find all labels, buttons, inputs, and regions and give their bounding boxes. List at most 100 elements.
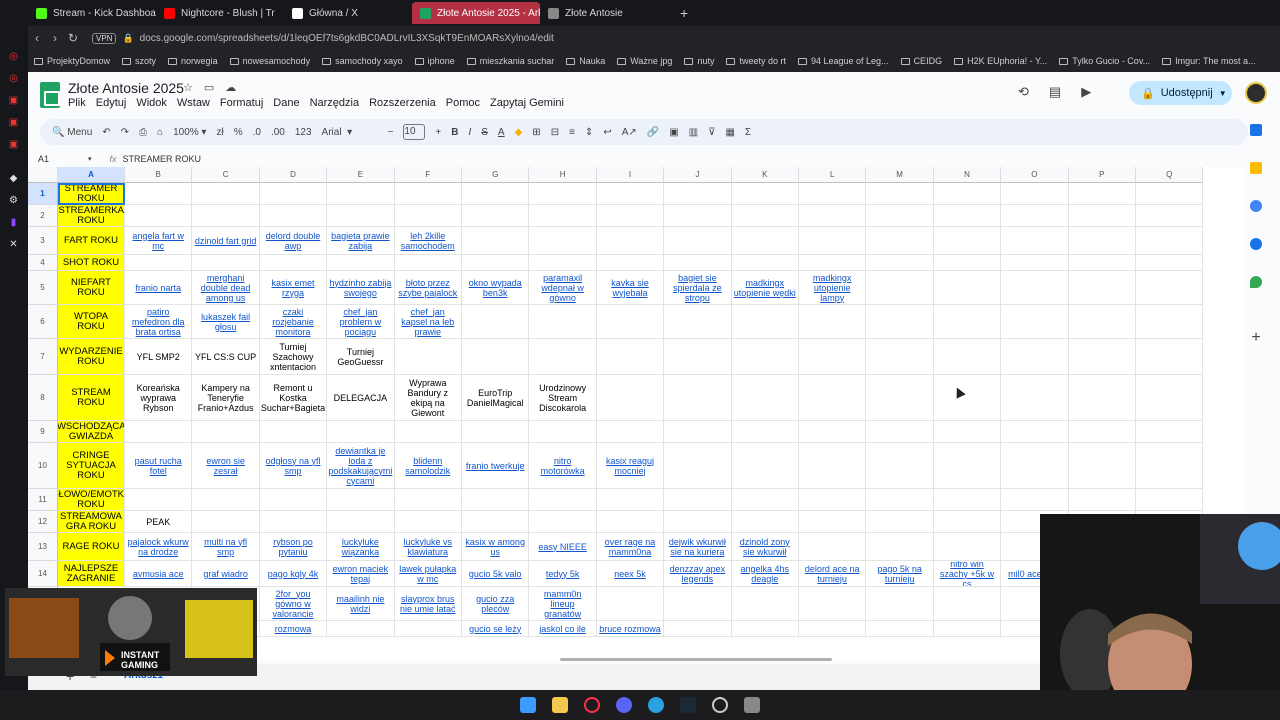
bookmark-item[interactable]: ProjektyDomow [34, 56, 110, 66]
cloud-status-icon[interactable]: ☁ [225, 81, 236, 94]
menu-item[interactable]: Pomoc [446, 97, 480, 109]
grid-cell[interactable] [1001, 305, 1069, 339]
grid-cell[interactable] [799, 443, 867, 489]
grid-cell[interactable] [731, 255, 799, 271]
grid-cell[interactable] [1001, 183, 1069, 205]
sidebar-app-icon[interactable]: ◎ [7, 50, 20, 63]
grid-cell[interactable]: Urodzinowy Stream Discokarola [529, 375, 597, 421]
grid-cell[interactable] [462, 339, 530, 375]
row-header[interactable]: 14 [28, 561, 58, 587]
sidebar-app-icon[interactable]: ⚙ [7, 194, 20, 207]
grid-cell[interactable] [664, 375, 732, 421]
grid-cell[interactable] [866, 183, 934, 205]
category-cell[interactable]: WSCHODZĄCA GWIAZDA [58, 421, 125, 443]
category-cell[interactable]: CRINGE SYTUACJA ROKU [58, 443, 125, 489]
decrease-decimal-button[interactable]: .0 [253, 127, 261, 138]
grid-cell[interactable]: pasut rucha fotel [125, 443, 193, 489]
number-format-button[interactable]: 123 [295, 127, 312, 138]
grid-cell[interactable] [866, 375, 934, 421]
grid-cell[interactable]: EuroTrip DanielMagical [462, 375, 530, 421]
grid-cell[interactable] [1068, 255, 1136, 271]
document-title[interactable]: Złote Antosie 2025 [68, 80, 184, 96]
grid-cell[interactable]: bruce rozmowa [596, 621, 665, 637]
undo-icon[interactable]: ↶ [102, 127, 110, 138]
grid-cell[interactable] [933, 533, 1002, 561]
grid-cell[interactable] [327, 421, 395, 443]
grid-cell[interactable] [664, 227, 732, 255]
grid-cell[interactable] [596, 375, 665, 421]
font-size-decrease-icon[interactable]: − [388, 127, 394, 138]
grid-cell[interactable]: ewron sie zesrał [192, 443, 260, 489]
browser-tab[interactable]: Nightcore - Blush | Tr [156, 2, 284, 24]
sidebar-app-icon[interactable]: ▣ [7, 94, 20, 107]
sidebar-app-icon[interactable]: ▣ [7, 138, 20, 151]
grid-cell[interactable] [596, 227, 665, 255]
settings-icon[interactable] [744, 697, 760, 713]
grid-cell[interactable] [866, 227, 934, 255]
grid-cell[interactable] [192, 489, 260, 511]
menu-item[interactable]: Narzędzia [310, 97, 360, 109]
grid-cell[interactable] [933, 511, 1002, 533]
grid-cell[interactable] [1001, 271, 1069, 305]
grid-cell[interactable]: chef_jan problem w pociągu [327, 305, 395, 339]
column-header[interactable]: L [799, 167, 867, 183]
grid-cell[interactable] [731, 205, 799, 227]
category-cell[interactable]: STREAMOWA GRA ROKU [58, 511, 125, 533]
grid-cell[interactable] [1068, 421, 1136, 443]
menu-item[interactable]: Formatuj [220, 97, 263, 109]
sidebar-app-icon[interactable]: ▣ [7, 116, 20, 129]
row-header[interactable]: 7 [28, 339, 58, 375]
row-header[interactable]: 8 [28, 375, 58, 421]
column-header[interactable]: B [125, 167, 193, 183]
grid-cell[interactable] [1136, 443, 1204, 489]
bookmark-item[interactable]: 94 League of Leg... [797, 56, 889, 66]
grid-cell[interactable]: mamm0n lineup granatów [529, 587, 597, 621]
grid-cell[interactable] [462, 183, 530, 205]
grid-cell[interactable] [933, 375, 1002, 421]
grid-cell[interactable] [125, 255, 193, 271]
borders-icon[interactable]: ⊞ [532, 127, 540, 138]
grid-cell[interactable] [596, 205, 665, 227]
grid-cell[interactable]: PEAK [125, 511, 193, 533]
grid-cell[interactable]: kasix emet rzyga [259, 271, 328, 305]
category-cell[interactable]: STREAM ROKU [58, 375, 125, 421]
grid-cell[interactable]: gucio zza pleców [462, 587, 530, 621]
grid-cell[interactable] [394, 205, 462, 227]
column-header[interactable]: Q [1136, 167, 1204, 183]
link-icon[interactable]: 🔗 [647, 127, 659, 138]
merge-cells-icon[interactable]: ⊟ [551, 127, 559, 138]
grid-cell[interactable] [866, 489, 934, 511]
grid-cell[interactable] [529, 339, 597, 375]
category-cell[interactable]: WTOPA ROKU [58, 305, 125, 339]
vpn-badge[interactable]: VPN [92, 32, 117, 44]
grid-cell[interactable] [529, 305, 597, 339]
bookmark-item[interactable]: norwegia [168, 56, 218, 66]
calendar-icon[interactable] [1250, 124, 1262, 136]
grid-cell[interactable] [1068, 339, 1136, 375]
horizontal-scrollbar[interactable] [560, 658, 832, 661]
text-color-icon[interactable]: A [498, 127, 505, 138]
grid-cell[interactable] [866, 421, 934, 443]
file-explorer-icon[interactable] [552, 697, 568, 713]
grid-cell[interactable] [1068, 489, 1136, 511]
grid-cell[interactable] [1068, 443, 1136, 489]
grid-cell[interactable]: jaskol co ile [529, 621, 597, 637]
row-header[interactable]: 11 [28, 489, 58, 511]
row-header[interactable]: 5 [28, 271, 58, 305]
grid-cell[interactable] [664, 305, 732, 339]
grid-cell[interactable] [596, 305, 665, 339]
grid-cell[interactable] [1068, 205, 1136, 227]
grid-cell[interactable] [866, 339, 934, 375]
bookmark-item[interactable]: CEIDG [900, 56, 942, 66]
grid-cell[interactable]: pajalock wkurw na drodze [125, 533, 193, 561]
font-size-input[interactable]: 10 [403, 124, 426, 140]
grid-cell[interactable] [529, 511, 597, 533]
grid-cell[interactable] [529, 255, 597, 271]
category-cell[interactable]: NAJLEPSZE ZAGRANIE [58, 561, 125, 587]
filter-views-icon[interactable]: ▦ [725, 127, 734, 138]
font-size-increase-icon[interactable]: + [435, 127, 441, 138]
grid-cell[interactable] [596, 421, 665, 443]
grid-cell[interactable]: kavka sie wyjebała [596, 271, 665, 305]
category-cell[interactable]: SŁOWO/EMOTKA ROKU [58, 489, 125, 511]
grid-cell[interactable] [664, 255, 732, 271]
